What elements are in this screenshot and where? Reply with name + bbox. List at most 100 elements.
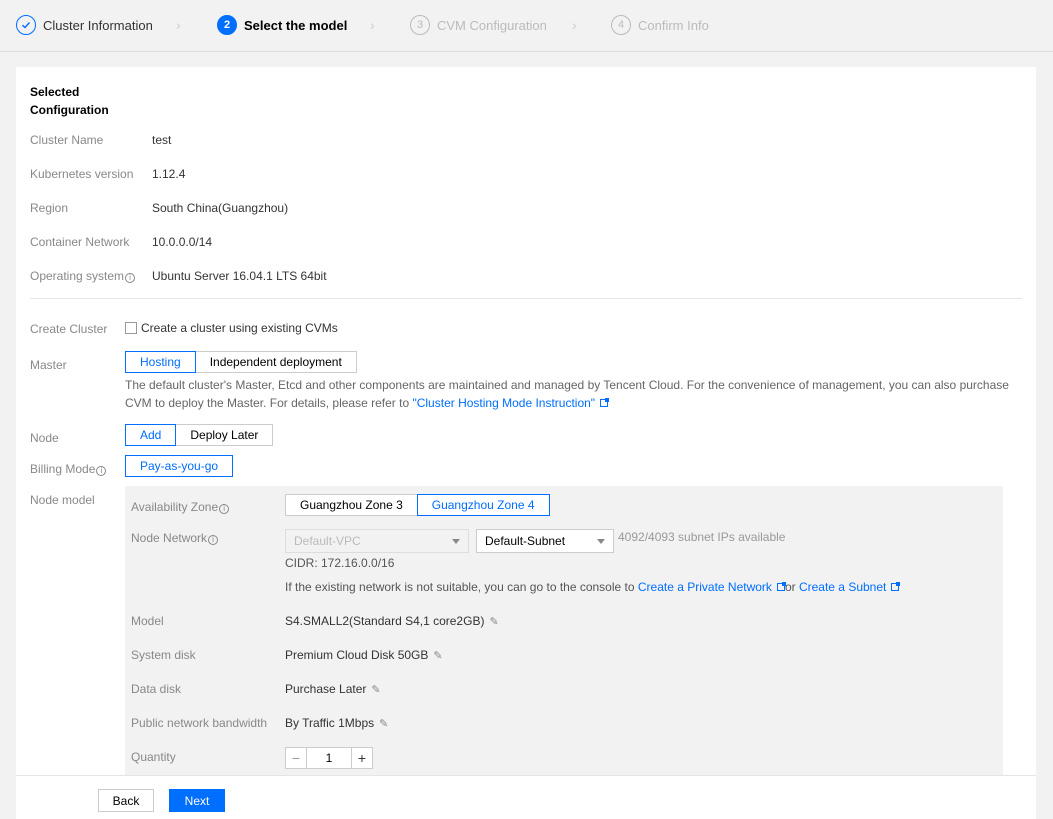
- cluster-name-label: Cluster Name: [30, 133, 104, 147]
- edit-icon[interactable]: ✎: [379, 717, 388, 730]
- model-value: S4.SMALL2(Standard S4,1 core2GB) ✎: [285, 614, 499, 628]
- step-label: Confirm Info: [638, 17, 709, 33]
- guangzhou-zone-3-button[interactable]: Guangzhou Zone 3: [285, 494, 418, 516]
- availability-zone-label-text: Availability Zone: [131, 500, 219, 514]
- kubernetes-version-value: 1.12.4: [152, 167, 186, 181]
- next-button[interactable]: Next: [169, 789, 225, 812]
- vpc-select[interactable]: Default-VPC: [285, 529, 469, 553]
- footer-bar: Back Next: [16, 775, 1036, 819]
- quantity-stepper: − 1 +: [285, 747, 373, 769]
- network-hint-text: If the existing network is not suitable,…: [285, 580, 638, 594]
- master-label: Master: [30, 358, 67, 372]
- network-hint: If the existing network is not suitable,…: [285, 580, 901, 594]
- container-network-value: 10.0.0.0/14: [152, 235, 213, 249]
- data-disk-value: Purchase Later ✎: [285, 682, 381, 696]
- bandwidth-label: Public network bandwidth: [131, 716, 268, 730]
- model-label: Model: [131, 614, 164, 628]
- step-cvm-configuration[interactable]: 3 CVM Configuration: [410, 15, 547, 35]
- billing-mode-label: Billing Mode i: [30, 462, 107, 476]
- step-number: 3: [410, 15, 430, 35]
- operating-system-label-text: Operating system: [30, 269, 125, 283]
- external-link-icon: [891, 582, 901, 591]
- quantity-input[interactable]: 1: [307, 747, 351, 769]
- system-disk-value-text: Premium Cloud Disk 50GB: [285, 648, 429, 662]
- operating-system-label: Operating system i: [30, 269, 136, 283]
- step-cluster-information[interactable]: Cluster Information: [16, 15, 153, 35]
- divider: [30, 298, 1022, 299]
- deploy-later-button[interactable]: Deploy Later: [175, 424, 274, 446]
- bandwidth-value: By Traffic 1Mbps ✎: [285, 716, 388, 730]
- step-label: CVM Configuration: [437, 17, 547, 33]
- chevron-right-icon: ›: [370, 17, 375, 33]
- node-selector: Add Deploy Later: [125, 424, 274, 446]
- info-icon[interactable]: i: [219, 504, 230, 514]
- info-icon[interactable]: i: [96, 466, 107, 476]
- node-network-label: Node Network i: [131, 531, 219, 545]
- cidr-text: CIDR: 172.16.0.0/16: [285, 556, 395, 570]
- edit-icon[interactable]: ✎: [433, 649, 442, 662]
- chevron-right-icon: ›: [572, 17, 577, 33]
- bandwidth-value-text: By Traffic 1Mbps: [285, 716, 375, 730]
- system-disk-value: Premium Cloud Disk 50GB ✎: [285, 648, 443, 662]
- increment-button[interactable]: +: [351, 747, 373, 769]
- selected-configuration-title: Selected Configuration: [30, 85, 109, 117]
- create-cluster-label: Create Cluster: [30, 322, 108, 336]
- back-button[interactable]: Back: [98, 789, 154, 812]
- independent-deployment-button[interactable]: Independent deployment: [194, 351, 357, 373]
- billing-mode-label-text: Billing Mode: [30, 462, 96, 476]
- edit-icon[interactable]: ✎: [489, 615, 498, 628]
- add-node-button[interactable]: Add: [125, 424, 177, 446]
- chevron-right-icon: ›: [176, 17, 181, 33]
- create-private-network-link[interactable]: Create a Private Network: [638, 580, 772, 594]
- step-label: Cluster Information: [43, 17, 153, 33]
- hosting-button[interactable]: Hosting: [125, 351, 196, 373]
- subnet-select-value: Default-Subnet: [485, 534, 566, 548]
- vpc-select-value: Default-VPC: [294, 534, 361, 548]
- info-icon[interactable]: i: [125, 273, 136, 283]
- billing-mode-selector: Pay-as-you-go: [125, 455, 234, 477]
- cluster-hosting-mode-link[interactable]: "Cluster Hosting Mode Instruction": [412, 396, 595, 410]
- step-confirm-info[interactable]: 4 Confirm Info: [611, 15, 709, 35]
- main-panel: Selected Configuration Cluster Name test…: [16, 67, 1036, 775]
- master-mode-selector: Hosting Independent deployment: [125, 351, 357, 373]
- node-label: Node: [30, 431, 59, 445]
- data-disk-value-text: Purchase Later: [285, 682, 367, 696]
- check-icon: [16, 15, 36, 35]
- node-model-box: Availability Zone i Guangzhou Zone 3 Guan…: [125, 486, 1003, 775]
- step-select-model[interactable]: 2 Select the model: [217, 15, 347, 35]
- node-network-label-text: Node Network: [131, 531, 208, 545]
- stepper: Cluster Information › 2 Select the model…: [0, 0, 1053, 52]
- kubernetes-version-label: Kubernetes version: [30, 167, 134, 181]
- master-description: The default cluster's Master, Etcd and o…: [125, 376, 1015, 412]
- info-icon[interactable]: i: [208, 535, 219, 545]
- external-link-icon: [600, 398, 610, 407]
- external-link-icon: [776, 582, 786, 591]
- create-subnet-link[interactable]: Create a Subnet: [799, 580, 886, 594]
- edit-icon[interactable]: ✎: [371, 683, 380, 696]
- step-label: Select the model: [244, 17, 348, 33]
- step-number: 4: [611, 15, 631, 35]
- chevron-down-icon: [597, 538, 605, 544]
- node-model-label: Node model: [30, 493, 95, 507]
- quantity-label: Quantity: [131, 750, 176, 764]
- container-network-label: Container Network: [30, 235, 130, 249]
- availability-zone-selector: Guangzhou Zone 3 Guangzhou Zone 4: [285, 494, 550, 516]
- subnet-ips-available: 4092/4093 subnet IPs available: [618, 530, 786, 544]
- subnet-select[interactable]: Default-Subnet: [476, 529, 614, 553]
- or-text: or: [784, 580, 796, 594]
- checkbox-box[interactable]: [125, 322, 137, 334]
- guangzhou-zone-4-button[interactable]: Guangzhou Zone 4: [416, 494, 550, 516]
- pay-as-you-go-button[interactable]: Pay-as-you-go: [125, 455, 234, 477]
- decrement-button[interactable]: −: [285, 747, 307, 769]
- chevron-down-icon: [452, 538, 460, 544]
- step-number: 2: [217, 15, 237, 35]
- checkbox-label: Create a cluster using existing CVMs: [141, 321, 338, 335]
- region-value: South China(Guangzhou): [152, 201, 289, 215]
- model-value-text: S4.SMALL2(Standard S4,1 core2GB): [285, 614, 485, 628]
- region-label: Region: [30, 201, 69, 215]
- existing-cvms-checkbox[interactable]: Create a cluster using existing CVMs: [125, 321, 338, 335]
- availability-zone-label: Availability Zone i: [131, 500, 230, 514]
- cluster-name-value: test: [152, 133, 172, 147]
- system-disk-label: System disk: [131, 648, 196, 662]
- data-disk-label: Data disk: [131, 682, 182, 696]
